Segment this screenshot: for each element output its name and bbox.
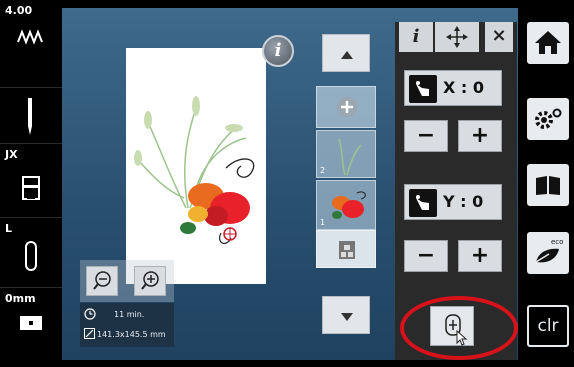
stitch-width-value: 4.00 — [5, 4, 33, 17]
eco-leaf-icon: eco — [535, 238, 563, 263]
stitch-time: 11 min. — [114, 310, 145, 319]
highlight-ring — [400, 296, 518, 360]
stitch-width-cell[interactable]: 4.00 — [0, 0, 62, 88]
clock-icon — [84, 308, 96, 320]
layer-item[interactable]: 2 — [316, 130, 376, 178]
zoom-in-button[interactable] — [134, 266, 166, 296]
layer-number: 2 — [320, 166, 326, 175]
hoop-area[interactable] — [126, 48, 266, 284]
svg-text:eco: eco — [551, 238, 563, 246]
y-plus-button[interactable]: + — [458, 240, 502, 272]
layer-list: 2 1 — [312, 30, 380, 342]
layer-number: 1 — [320, 218, 326, 227]
scroll-up-button[interactable] — [322, 34, 370, 72]
eco-button[interactable]: eco — [527, 232, 569, 274]
clear-button[interactable]: clr — [527, 305, 569, 347]
layer-item-selected[interactable] — [316, 230, 376, 268]
move-hand-icon — [409, 75, 437, 103]
x-minus-button[interactable]: − — [404, 120, 448, 152]
presser-foot-value: JX — [5, 148, 18, 161]
settings-button[interactable] — [527, 98, 569, 140]
close-button[interactable]: × — [485, 22, 513, 52]
x-offset-label: X : 0 — [443, 78, 485, 97]
book-icon — [536, 176, 560, 195]
arrow-down-icon — [341, 313, 353, 321]
layer-thumbnail — [332, 191, 366, 219]
layer-item[interactable]: 1 — [316, 180, 376, 230]
move-hand-icon — [409, 189, 437, 217]
add-layer-card[interactable] — [316, 86, 376, 128]
tension-value: 0mm — [5, 292, 36, 305]
presser-foot-cell[interactable]: JX — [0, 144, 62, 218]
zoom-out-icon — [93, 271, 111, 290]
presser-foot-icon — [22, 176, 40, 200]
zoom-in-icon — [141, 271, 159, 290]
y-offset-display[interactable]: Y : 0 — [404, 184, 502, 220]
tab-info[interactable]: i — [399, 22, 433, 52]
design-dimensions: 141.3x145.5 mm — [97, 330, 166, 339]
hoop-layout-icon — [339, 241, 355, 259]
dimensions-icon — [84, 328, 95, 339]
info-button[interactable]: i — [262, 35, 294, 67]
design-status-panel: 11 min. 141.3x145.5 mm — [80, 303, 174, 347]
zoom-out-button[interactable] — [86, 266, 118, 296]
tension-icon — [20, 316, 42, 330]
needle-cell[interactable] — [0, 88, 62, 144]
hoop-icon — [25, 241, 37, 271]
embroidery-design — [134, 96, 255, 245]
tab-move[interactable] — [435, 22, 479, 52]
x-offset-display[interactable]: X : 0 — [404, 70, 502, 106]
add-icon — [337, 97, 357, 117]
tension-cell[interactable]: 0mm — [0, 288, 62, 367]
zoom-panel — [80, 260, 174, 302]
left-status-bar: 4.00 JX L 0mm — [0, 0, 62, 367]
tutorial-button[interactable] — [527, 164, 569, 206]
y-offset-label: Y : 0 — [443, 192, 484, 211]
y-minus-button[interactable]: − — [404, 240, 448, 272]
gear-icon — [535, 108, 562, 129]
move-icon — [446, 26, 468, 48]
layer-thumbnail — [338, 138, 362, 176]
x-plus-button[interactable]: + — [458, 120, 502, 152]
scroll-down-button[interactable] — [322, 296, 370, 334]
hoop-cell[interactable]: L — [0, 218, 62, 288]
needle-icon — [28, 98, 32, 135]
right-nav-bar: eco clr — [522, 0, 574, 367]
hoop-size-value: L — [5, 222, 13, 235]
stitch-pattern-icon — [17, 29, 43, 45]
home-icon — [535, 31, 561, 54]
home-button[interactable] — [527, 22, 569, 64]
arrow-up-icon — [341, 51, 353, 59]
